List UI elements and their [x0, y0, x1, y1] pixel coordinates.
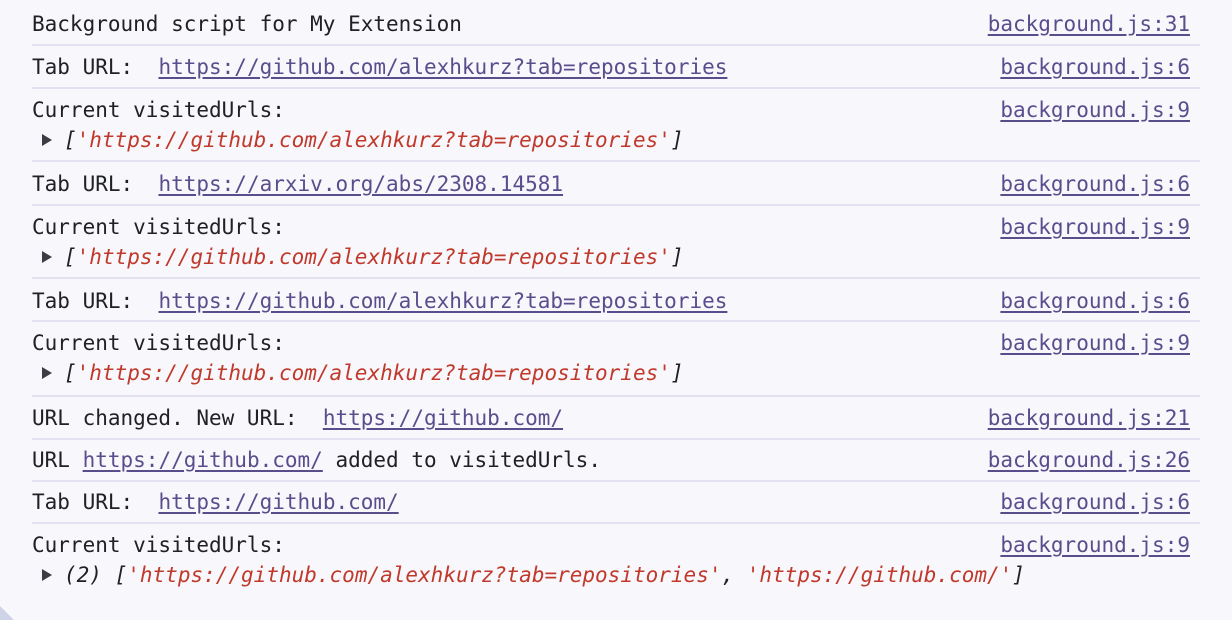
message-divider — [32, 395, 1200, 397]
console-message: Tab URL: https://github.com/ background.… — [32, 487, 1200, 517]
message-text: URL changed. New URL: — [32, 406, 298, 430]
url-link[interactable]: https://github.com/ — [83, 448, 323, 472]
source-link[interactable]: background.js:26 — [988, 445, 1190, 475]
message-divider — [32, 87, 1200, 89]
array-item: 'https://github.com/alexhkurz?tab=reposi… — [76, 361, 671, 385]
message-divider — [32, 44, 1200, 46]
console-message: Current visitedUrls: background.js:9 ['h… — [32, 328, 1200, 388]
message-text: URL — [32, 448, 70, 472]
console-message: URL https://github.com/ added to visited… — [32, 445, 1200, 475]
message-divider — [32, 480, 1200, 482]
console-log-panel: Background script for My Extension backg… — [0, 0, 1232, 620]
message-text: Tab URL: — [32, 172, 134, 196]
console-message: Current visitedUrls: background.js:9 (2)… — [32, 530, 1200, 590]
message-text: Tab URL: — [32, 55, 134, 79]
array-item: 'https://github.com/' — [746, 563, 1013, 587]
source-link[interactable]: background.js:9 — [1000, 212, 1190, 242]
message-divider — [32, 438, 1200, 440]
message-text: Current visitedUrls: — [32, 533, 285, 557]
message-text: Tab URL: — [32, 289, 134, 313]
source-link[interactable]: background.js:6 — [1000, 286, 1190, 316]
source-link[interactable]: background.js:31 — [988, 9, 1190, 39]
expand-triangle-icon[interactable] — [42, 134, 52, 146]
array-preview[interactable]: ['https://github.com/alexhkurz?tab=repos… — [42, 358, 684, 388]
source-link[interactable]: background.js:9 — [1000, 95, 1190, 125]
message-text: Tab URL: — [32, 490, 134, 514]
message-divider — [32, 522, 1200, 524]
message-text: Current visitedUrls: — [32, 331, 285, 355]
message-divider — [32, 277, 1200, 279]
array-preview[interactable]: ['https://github.com/alexhkurz?tab=repos… — [42, 242, 684, 272]
console-message: Tab URL: https://github.com/alexhkurz?ta… — [32, 286, 1200, 316]
array-length: (2) — [64, 563, 102, 587]
source-link[interactable]: background.js:9 — [1000, 328, 1190, 358]
message-text: Current visitedUrls: — [32, 215, 285, 239]
console-message: Tab URL: https://arxiv.org/abs/2308.1458… — [32, 169, 1200, 199]
expand-triangle-icon[interactable] — [42, 569, 52, 581]
source-link[interactable]: background.js:21 — [988, 403, 1190, 433]
source-link[interactable]: background.js:6 — [1000, 169, 1190, 199]
url-link[interactable]: https://github.com/ — [323, 406, 563, 430]
console-message: Tab URL: https://github.com/alexhkurz?ta… — [32, 52, 1200, 82]
message-text: Background script for My Extension — [32, 12, 462, 36]
expand-triangle-icon[interactable] — [42, 251, 52, 263]
console-message: Current visitedUrls: background.js:9 ['h… — [32, 95, 1200, 155]
source-link[interactable]: background.js:6 — [1000, 487, 1190, 517]
console-message: URL changed. New URL: https://github.com… — [32, 403, 1200, 433]
message-text: Current visitedUrls: — [32, 98, 285, 122]
message-divider — [32, 204, 1200, 206]
source-link[interactable]: background.js:6 — [1000, 52, 1190, 82]
message-divider — [32, 320, 1200, 322]
array-item: 'https://github.com/alexhkurz?tab=reposi… — [127, 563, 722, 587]
url-link[interactable]: https://github.com/alexhkurz?tab=reposit… — [158, 55, 727, 79]
url-link[interactable]: https://github.com/ — [158, 490, 398, 514]
message-text: added to visitedUrls. — [335, 448, 601, 472]
array-preview[interactable]: ['https://github.com/alexhkurz?tab=repos… — [42, 125, 684, 155]
console-message: Background script for My Extension backg… — [32, 9, 1200, 39]
console-message: Current visitedUrls: background.js:9 ['h… — [32, 212, 1200, 272]
array-preview[interactable]: (2) ['https://github.com/alexhkurz?tab=r… — [42, 560, 1025, 590]
url-link[interactable]: https://arxiv.org/abs/2308.14581 — [158, 172, 563, 196]
resize-corner-icon — [0, 606, 14, 620]
array-item: 'https://github.com/alexhkurz?tab=reposi… — [76, 128, 671, 152]
expand-triangle-icon[interactable] — [42, 367, 52, 379]
message-divider — [32, 160, 1200, 162]
url-link[interactable]: https://github.com/alexhkurz?tab=reposit… — [158, 289, 727, 313]
array-item: 'https://github.com/alexhkurz?tab=reposi… — [76, 245, 671, 269]
source-link[interactable]: background.js:9 — [1000, 530, 1190, 560]
